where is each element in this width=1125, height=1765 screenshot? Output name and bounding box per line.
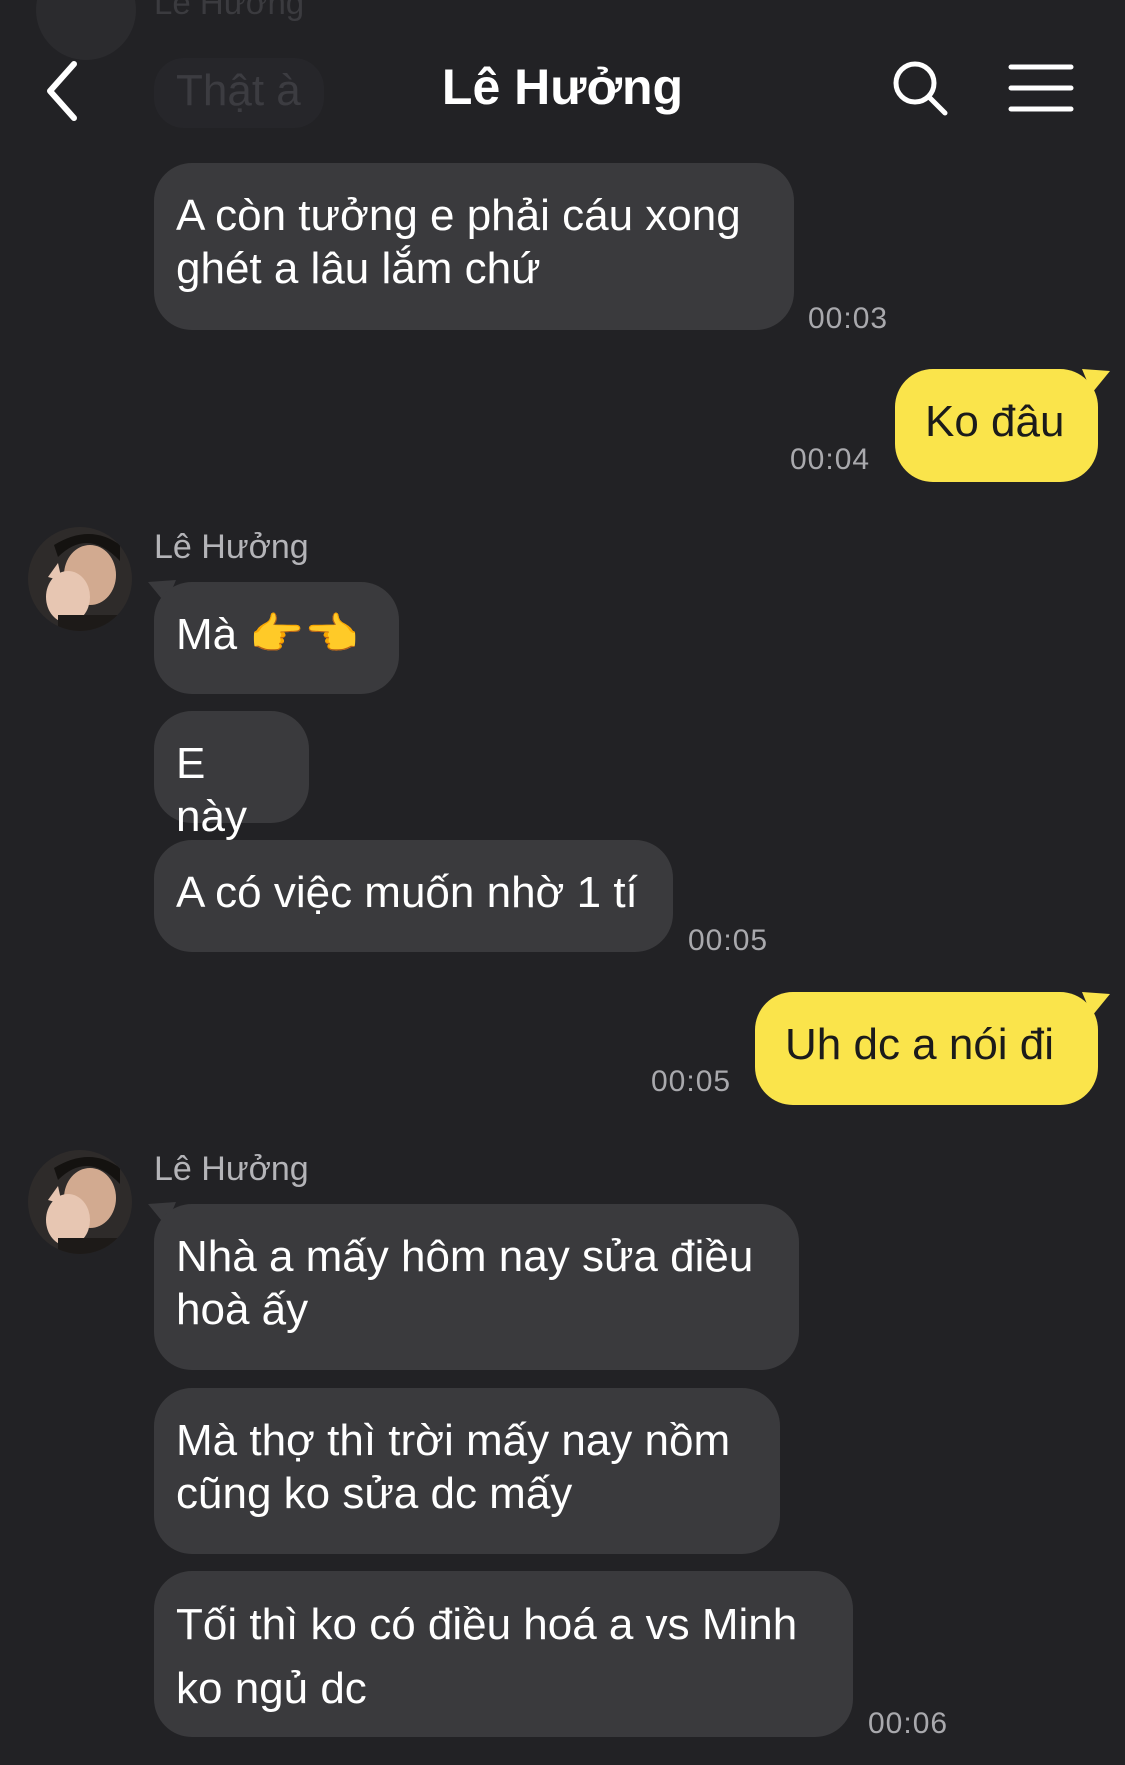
message-text: A có việc muốn nhờ 1 tí xyxy=(176,868,638,917)
avatar-photo xyxy=(28,1150,132,1254)
sender-name: Lê Hưởng xyxy=(154,1150,309,1188)
message-text: Tối thì ko có điều hoá a vs Minh ko ngủ … xyxy=(176,1600,798,1713)
sent-bubble-tail xyxy=(1082,992,1110,1016)
message-text: E này xyxy=(176,739,247,841)
message-text: Nhà a mấy hôm nay sửa điều hoà ấy xyxy=(176,1232,754,1334)
message-timestamp: 00:04 xyxy=(790,443,871,476)
received-message-bubble[interactable]: Mà thợ thì trời mấy nay nồm cũng ko sửa … xyxy=(154,1388,780,1554)
message-text: Uh dc a nói đi xyxy=(785,1020,1055,1069)
avatar-photo xyxy=(28,527,132,631)
hamburger-menu-icon xyxy=(1008,64,1074,112)
message-text: Mà thợ thì trời mấy nay nồm cũng ko sửa … xyxy=(176,1416,731,1518)
message-text: A còn tưởng e phải cáu xong ghét a lâu l… xyxy=(176,191,741,293)
sender-name: Lê Hưởng xyxy=(154,528,309,566)
message-timestamp: 00:06 xyxy=(868,1707,949,1740)
chat-title: Lê Hưởng xyxy=(441,59,684,115)
sent-bubble-tail xyxy=(1082,369,1110,393)
received-message-bubble[interactable]: A có việc muốn nhờ 1 tí xyxy=(154,840,673,952)
menu-button[interactable] xyxy=(1008,62,1074,114)
received-message-bubble[interactable]: A còn tưởng e phải cáu xong ghét a lâu l… xyxy=(154,163,794,330)
search-button[interactable] xyxy=(890,58,950,118)
search-icon xyxy=(893,61,948,116)
message-timestamp: 00:03 xyxy=(808,302,889,335)
received-message-bubble[interactable]: E này xyxy=(154,711,309,841)
avatar[interactable] xyxy=(28,527,132,631)
received-message-bubble[interactable]: Mà 👉👈 xyxy=(154,582,399,694)
message-text: Ko đâu xyxy=(925,397,1065,446)
sent-message-bubble[interactable]: Ko đâu xyxy=(895,369,1098,482)
received-message-bubble[interactable]: Nhà a mấy hôm nay sửa điều hoà ấy xyxy=(154,1204,799,1370)
message-timestamp: 00:05 xyxy=(651,1065,732,1098)
sent-message-bubble[interactable]: Uh dc a nói đi xyxy=(755,992,1098,1105)
message-timestamp: 00:05 xyxy=(688,924,769,957)
received-message-bubble[interactable]: Tối thì ko có điều hoá a vs Minh ko ngủ … xyxy=(154,1571,853,1737)
chat-header: Lê Hưởng xyxy=(0,0,1125,160)
message-text: Mà 👉👈 xyxy=(176,610,359,659)
avatar[interactable] xyxy=(28,1150,132,1254)
